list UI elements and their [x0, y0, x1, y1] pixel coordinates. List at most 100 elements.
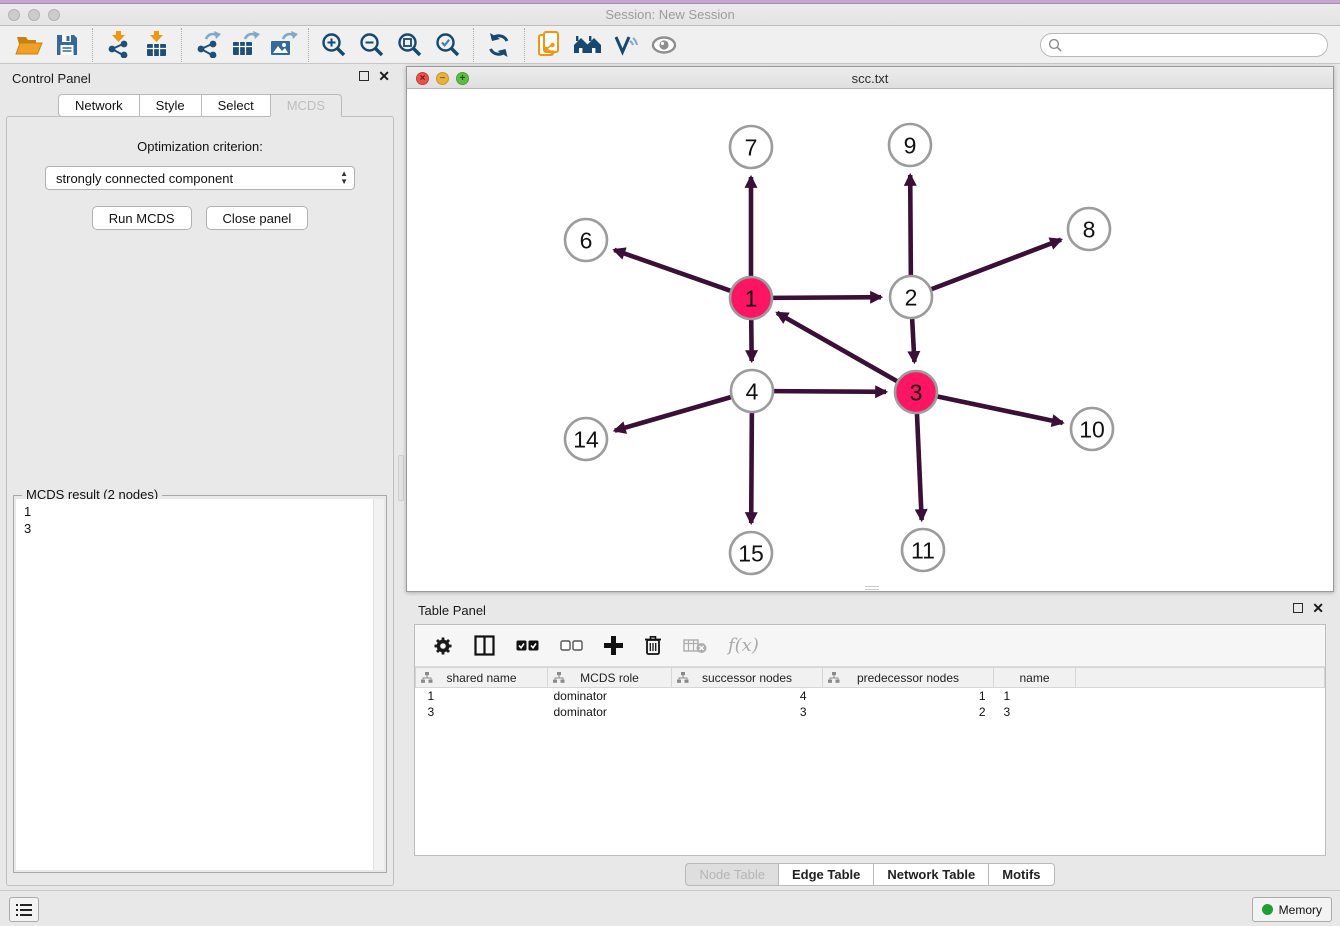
cell-mcds-role[interactable]: dominator: [548, 704, 672, 720]
optimization-select[interactable]: strongly connected component ▲▼: [45, 166, 355, 190]
graph-node[interactable]: [1071, 408, 1113, 450]
panel-splitter[interactable]: [398, 455, 404, 501]
network-canvas[interactable]: 7968124314101511: [407, 89, 1333, 591]
toolbar-separator: [524, 28, 525, 62]
graph-node[interactable]: [889, 124, 931, 166]
fit-content-button[interactable]: [391, 29, 429, 61]
tab-select[interactable]: Select: [201, 94, 270, 117]
open-network-file-button[interactable]: [531, 29, 569, 61]
export-network-button[interactable]: [188, 29, 226, 61]
graph-node[interactable]: [730, 277, 772, 319]
zoom-out-button[interactable]: [353, 29, 391, 61]
save-session-button[interactable]: [48, 29, 86, 61]
graph-node[interactable]: [902, 529, 944, 571]
tab-network-table[interactable]: Network Table: [873, 863, 988, 886]
run-mcds-button[interactable]: Run MCDS: [92, 206, 192, 230]
import-network-button[interactable]: [99, 29, 137, 61]
mcds-result-line: 1: [24, 503, 376, 520]
zoom-selected-icon: [435, 32, 461, 58]
import-table-button[interactable]: [137, 29, 175, 61]
v-wave-button[interactable]: [607, 29, 645, 61]
close-panel-button[interactable]: Close panel: [206, 206, 309, 230]
cell-name[interactable]: 3: [994, 704, 1076, 720]
delete-row-button[interactable]: [644, 635, 662, 656]
column-header-shared-name[interactable]: shared name: [416, 668, 548, 688]
graph-edge[interactable]: [932, 240, 1061, 289]
cell-mcds-role[interactable]: dominator: [548, 688, 672, 704]
graph-edge[interactable]: [910, 175, 911, 275]
table-row[interactable]: 1 dominator 4 1 1: [416, 688, 1325, 704]
column-header-successor-nodes[interactable]: successor nodes: [672, 668, 823, 688]
result-scrollbar[interactable]: [373, 499, 384, 870]
add-row-button[interactable]: [604, 636, 623, 655]
eye-button[interactable]: [645, 29, 683, 61]
tab-motifs[interactable]: Motifs: [988, 863, 1054, 886]
graph-edge[interactable]: [614, 250, 730, 291]
column-header-mcds-role[interactable]: MCDS role: [548, 668, 672, 688]
cell-predecessor-nodes[interactable]: 1: [823, 688, 994, 704]
toolbar-separator: [308, 28, 309, 62]
tab-node-table[interactable]: Node Table: [685, 863, 778, 886]
close-panel-icon[interactable]: ✕: [378, 71, 390, 81]
graph-node[interactable]: [890, 276, 932, 318]
export-image-button[interactable]: [264, 29, 302, 61]
zoom-in-icon: [321, 32, 347, 58]
zoom-selected-button[interactable]: [429, 29, 467, 61]
export-table-button[interactable]: [226, 29, 264, 61]
graph-edge[interactable]: [615, 397, 731, 431]
float-table-panel-icon[interactable]: [1293, 603, 1303, 613]
mcds-result-list[interactable]: 1 3: [16, 499, 384, 870]
zoom-in-button[interactable]: [315, 29, 353, 61]
table-panel: Table Panel ✕: [406, 596, 1334, 888]
graph-node[interactable]: [731, 370, 773, 412]
graph-node[interactable]: [730, 126, 772, 168]
float-panel-icon[interactable]: [359, 71, 369, 81]
column-header-name[interactable]: name: [994, 668, 1076, 688]
cell-shared-name[interactable]: 1: [416, 688, 548, 704]
search-field[interactable]: [1040, 33, 1328, 57]
cell-successor-nodes[interactable]: 4: [672, 688, 823, 704]
tab-mcds[interactable]: MCDS: [270, 94, 342, 117]
select-all-checks-button[interactable]: [516, 640, 539, 651]
graph-node[interactable]: [895, 371, 937, 413]
graph-edge[interactable]: [917, 414, 922, 520]
column-header-predecessor-nodes[interactable]: predecessor nodes: [823, 668, 994, 688]
cell-name[interactable]: 1: [994, 688, 1076, 704]
tab-network[interactable]: Network: [58, 94, 139, 117]
tab-edge-table[interactable]: Edge Table: [778, 863, 873, 886]
delete-table-button[interactable]: [683, 638, 707, 654]
memory-button[interactable]: Memory: [1252, 897, 1332, 922]
graph-edge[interactable]: [774, 391, 886, 392]
graph-edge[interactable]: [751, 413, 752, 523]
graph-edge[interactable]: [938, 397, 1063, 423]
memory-indicator: [1262, 904, 1273, 915]
graph-node[interactable]: [1068, 208, 1110, 250]
tab-style[interactable]: Style: [139, 94, 201, 117]
houses-button[interactable]: [569, 29, 607, 61]
settings-gear-button[interactable]: [433, 636, 453, 656]
graph-node[interactable]: [565, 418, 607, 460]
graph-edge[interactable]: [773, 297, 881, 298]
refresh-view-button[interactable]: [480, 29, 518, 61]
resize-grip[interactable]: [865, 586, 879, 590]
show-column-button[interactable]: [474, 635, 495, 656]
cell-predecessor-nodes[interactable]: 2: [823, 704, 994, 720]
search-input[interactable]: [1067, 35, 1317, 55]
graph[interactable]: 7968124314101511: [407, 89, 1333, 591]
graph-edge[interactable]: [777, 313, 897, 381]
graph-node[interactable]: [730, 532, 772, 574]
cell-successor-nodes[interactable]: 3: [672, 704, 823, 720]
unselect-all-checks-button[interactable]: [560, 640, 583, 651]
close-table-panel-icon[interactable]: ✕: [1312, 603, 1324, 613]
cell-shared-name[interactable]: 3: [416, 704, 548, 720]
control-panel-tabs: Network Style Select MCDS: [0, 94, 400, 117]
open-session-button[interactable]: [10, 29, 48, 61]
hierarchy-icon: [553, 672, 565, 684]
network-window-titlebar[interactable]: × − + scc.txt: [407, 67, 1333, 89]
graph-node[interactable]: [565, 219, 607, 261]
table-row[interactable]: 3 dominator 3 2 3: [416, 704, 1325, 720]
select-stepper-icon: ▲▼: [340, 170, 348, 186]
graph-edge[interactable]: [912, 319, 914, 362]
function-builder-button[interactable]: f(x): [728, 635, 759, 656]
task-history-button[interactable]: [9, 897, 39, 922]
